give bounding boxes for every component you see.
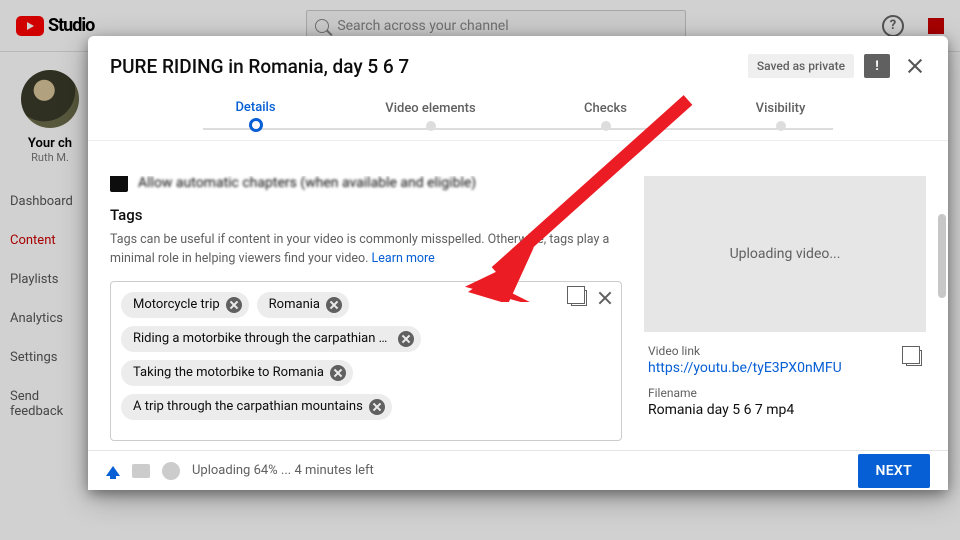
channel-owner: Ruth M. bbox=[0, 151, 100, 164]
tags-input[interactable]: Motorcycle trip Romania Riding a motorbike… bbox=[110, 281, 622, 441]
check-icon bbox=[162, 462, 180, 480]
help-icon[interactable]: ? bbox=[882, 15, 904, 37]
remove-tag-icon[interactable] bbox=[398, 331, 414, 347]
channel-avatar bbox=[21, 70, 79, 128]
sidebar-item-playlists[interactable]: Playlists bbox=[0, 260, 100, 299]
tag-label: Motorcycle trip bbox=[133, 297, 220, 312]
youtube-studio-logo: Studio bbox=[16, 15, 94, 36]
search-icon bbox=[315, 19, 329, 33]
clear-tags-icon[interactable] bbox=[597, 290, 613, 306]
tag-chip: Motorcycle trip bbox=[121, 292, 249, 318]
video-link[interactable]: https://youtu.be/tyE3PX0nMFU bbox=[648, 360, 906, 376]
quality-icon bbox=[132, 464, 150, 478]
learn-more-link[interactable]: Learn more bbox=[372, 251, 435, 266]
sidebar-item-content[interactable]: Content bbox=[0, 221, 100, 260]
sidebar-item-dashboard[interactable]: Dashboard bbox=[0, 182, 100, 221]
feedback-icon[interactable]: ! bbox=[864, 54, 890, 78]
video-preview-placeholder: Uploading video... bbox=[644, 176, 926, 332]
remove-tag-icon[interactable] bbox=[226, 297, 242, 313]
upload-icon bbox=[106, 466, 120, 476]
next-button[interactable]: NEXT bbox=[858, 454, 930, 488]
copy-link-icon[interactable] bbox=[906, 350, 922, 366]
step-checks[interactable]: Checks bbox=[518, 101, 693, 131]
video-link-label: Video link bbox=[648, 344, 906, 358]
tags-description: Tags can be useful if content in your vi… bbox=[110, 230, 622, 269]
stepper: Details Video elements Checks Visibility bbox=[88, 94, 948, 141]
tags-heading: Tags bbox=[110, 206, 622, 224]
channel-label: Your ch bbox=[0, 136, 100, 151]
copy-tags-icon[interactable] bbox=[571, 290, 587, 306]
sidebar-item-settings[interactable]: Settings bbox=[0, 338, 100, 377]
step-video-elements[interactable]: Video elements bbox=[343, 101, 518, 131]
filename-value: Romania day 5 6 7 mp4 bbox=[648, 402, 922, 418]
tag-label: Romania bbox=[269, 297, 320, 312]
tag-chip: Riding a motorbike through the carpathia… bbox=[121, 326, 421, 352]
tag-label: A trip through the carpathian mountains bbox=[133, 399, 363, 414]
sidebar-item-analytics[interactable]: Analytics bbox=[0, 299, 100, 338]
remove-tag-icon[interactable] bbox=[330, 365, 346, 381]
sidebar-item-feedback[interactable]: Send feedback bbox=[0, 377, 100, 431]
tag-chip: Romania bbox=[257, 292, 349, 318]
close-icon[interactable] bbox=[904, 55, 926, 77]
tag-chip: Taking the motorbike to Romania bbox=[121, 360, 353, 386]
remove-tag-icon[interactable] bbox=[326, 297, 342, 313]
step-details[interactable]: Details bbox=[168, 100, 343, 132]
account-avatar[interactable] bbox=[928, 18, 944, 34]
chapters-label: Allow automatic chapters (when available… bbox=[138, 176, 476, 191]
chapters-row: Allow automatic chapters (when available… bbox=[110, 176, 622, 192]
chapters-checkbox[interactable] bbox=[110, 176, 128, 192]
save-status-badge: Saved as private bbox=[748, 54, 854, 78]
remove-tag-icon[interactable] bbox=[369, 399, 385, 415]
step-visibility[interactable]: Visibility bbox=[693, 101, 868, 131]
tag-label: Taking the motorbike to Romania bbox=[133, 365, 324, 380]
tag-chip: A trip through the carpathian mountains bbox=[121, 394, 392, 420]
upload-status-text: Uploading 64% ... 4 minutes left bbox=[192, 463, 374, 478]
filename-label: Filename bbox=[648, 386, 922, 400]
scrollbar-thumb[interactable] bbox=[938, 214, 946, 298]
dialog-title: PURE RIDING in Romania, day 5 6 7 bbox=[110, 55, 409, 78]
upload-dialog: PURE RIDING in Romania, day 5 6 7 Saved … bbox=[88, 36, 948, 490]
tag-label: Riding a motorbike through the carpathia… bbox=[133, 331, 392, 346]
